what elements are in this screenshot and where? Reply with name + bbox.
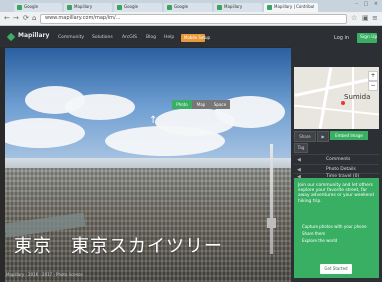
signup-promo: Join our community and let others explor… (294, 178, 379, 278)
skytree-tower (270, 144, 273, 254)
logo-mark-icon (6, 32, 16, 42)
address-bar-row: ← → ⟳ ⌂ www.mapillary.com/map/im/... ☆ ▣… (0, 12, 382, 26)
attribution-text: Mapillary · 2016 · 2017 · Photo license (6, 272, 83, 277)
zoom-out-button[interactable]: − (368, 81, 378, 91)
promo-bullet: Capture photos with your phone (302, 224, 367, 229)
nav-link-arcgis[interactable]: ArcGIS (122, 35, 137, 40)
browser-tab[interactable]: Google (14, 3, 62, 12)
login-link[interactable]: Log in (334, 35, 349, 41)
url-text: www.mapillary.com/map/im/... (45, 15, 121, 21)
nav-link-community[interactable]: Community (58, 35, 84, 40)
navigate-forward-arrow-icon[interactable]: ↑ (149, 115, 157, 126)
cloud (65, 94, 135, 120)
browser-tab-bar: Google Mapillary Google Google Mapillary… (0, 0, 382, 12)
panel-label: Comments (326, 157, 351, 162)
tab-label: Google (174, 4, 189, 9)
embed-image-button[interactable]: Embed Image (330, 131, 368, 140)
map-road (294, 104, 379, 116)
mini-map[interactable]: Sumida + − (294, 67, 379, 129)
signup-label: Sign Up (360, 35, 378, 40)
tag-button[interactable]: Tag (294, 143, 308, 153)
browser-tab[interactable]: Mapillary (214, 3, 262, 12)
mobile-setup-label: Mobile Setup (184, 35, 211, 40)
reload-icon[interactable]: ⟳ (23, 14, 29, 22)
signup-button[interactable]: Sign Up (357, 33, 377, 43)
tab-favicon-icon (67, 5, 72, 10)
cloud (105, 126, 225, 156)
promo-headline: Join our community and let others explor… (298, 183, 374, 204)
tab-label: Mapillary (224, 4, 243, 9)
tab-favicon-icon (17, 5, 22, 10)
view-mode-toggle: Photo Map Space (172, 100, 230, 109)
get-started-button[interactable]: Get Started (320, 264, 352, 274)
tab-favicon-icon (267, 5, 272, 10)
photo-caption: 東京 東京スカイツリー (14, 236, 223, 257)
mode-photo-button[interactable]: Photo (172, 100, 192, 109)
promo-bullet: Explore the world (302, 238, 338, 243)
tab-label: Google (24, 4, 39, 9)
extension-icon[interactable]: ▣ (362, 14, 369, 22)
expand-icon: ◀ (297, 157, 301, 163)
mobile-setup-button[interactable]: Mobile Setup (181, 34, 210, 42)
map-place-label: Sumida (344, 93, 371, 101)
tab-favicon-icon (167, 5, 172, 10)
star-icon[interactable]: ☆ (351, 14, 357, 22)
tab-favicon-icon (117, 5, 122, 10)
sidebar: Sumida + − Share ▶ Embed Image Tag ◀ Com… (291, 47, 382, 282)
tab-label: Google (124, 4, 139, 9)
brand-name: Mapillary (18, 32, 50, 39)
mode-space-button[interactable]: Space (210, 100, 230, 109)
menu-icon[interactable]: ≡ (372, 14, 378, 22)
map-pin-icon (341, 101, 345, 105)
forward-icon[interactable]: → (13, 14, 19, 22)
nav-link-help[interactable]: Help (164, 35, 174, 40)
play-button[interactable]: ▶ (317, 131, 329, 142)
panel-label: Photo Details (326, 167, 356, 172)
mode-map-button[interactable]: Map (192, 100, 210, 109)
browser-tab[interactable]: Mapillary (64, 3, 112, 12)
site-header: Mapillary Community Solutions ArcGIS Blo… (0, 26, 382, 47)
map-road (318, 67, 333, 129)
nav-link-solutions[interactable]: Solutions (92, 35, 113, 40)
back-icon[interactable]: ← (4, 14, 10, 22)
zoom-in-button[interactable]: + (368, 71, 378, 81)
tab-label: Mapillary | Contribute (274, 4, 314, 9)
tab-label: Mapillary (74, 4, 93, 9)
browser-tab[interactable]: Google (164, 3, 212, 12)
nav-link-blog[interactable]: Blog (146, 35, 156, 40)
home-icon[interactable]: ⌂ (32, 14, 36, 22)
promo-bullet: Share them (302, 231, 326, 236)
photo-controls: Share ▶ Embed Image (294, 131, 379, 142)
tab-favicon-icon (217, 5, 222, 10)
url-input[interactable]: www.mapillary.com/map/im/... (40, 14, 347, 24)
browser-tab[interactable]: Google (114, 3, 162, 12)
share-button[interactable]: Share (294, 131, 316, 142)
browser-tab-active[interactable]: Mapillary | Contribute (264, 3, 318, 12)
window-controls[interactable]: – □ × (355, 1, 380, 7)
logo[interactable]: Mapillary (6, 32, 50, 42)
skytree-observation-deck (267, 218, 276, 228)
